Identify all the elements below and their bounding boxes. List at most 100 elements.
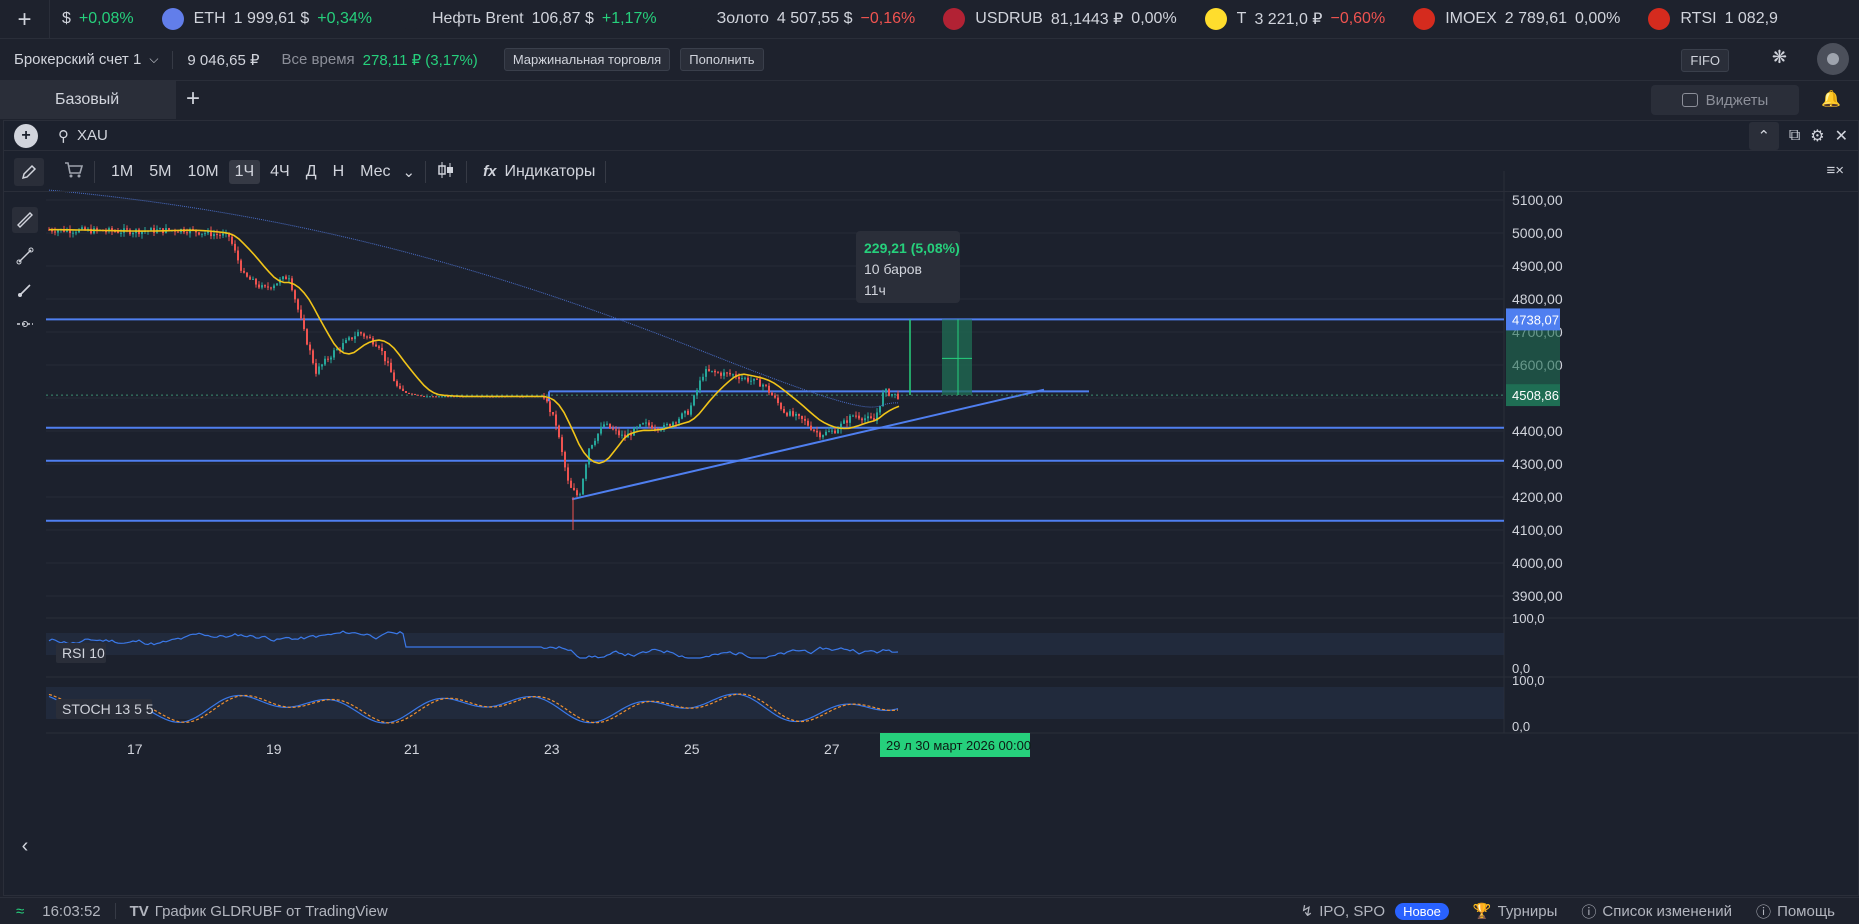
candle-body [420, 395, 422, 397]
candle-body [699, 380, 701, 391]
candle-body [843, 420, 845, 424]
candle-body [747, 377, 749, 382]
symbol-input[interactable]: XAU [77, 127, 108, 144]
add-symbol-icon[interactable]: + [14, 123, 38, 148]
add-tab-button[interactable]: + [186, 85, 200, 113]
info-icon: ⓘ [1581, 903, 1597, 921]
tradingview-icon[interactable]: TV [130, 903, 149, 920]
candles-icon[interactable] [436, 160, 456, 184]
candle-body [711, 370, 713, 372]
candle-body [609, 423, 611, 429]
us-flag-icon [943, 8, 966, 30]
changelog-link[interactable]: ⓘ Список изменений [1581, 901, 1732, 922]
candle-body [237, 250, 239, 261]
timeframe-0[interactable]: 1М [105, 160, 139, 184]
candle-body [837, 429, 839, 434]
pencil-icon[interactable] [14, 157, 44, 186]
timeframe-6[interactable]: Н [327, 160, 351, 184]
candle-body [681, 413, 683, 419]
candle-body [204, 233, 206, 235]
chart-credit[interactable]: График GLDRUBF от TradingView [155, 903, 388, 920]
candle-body [345, 339, 347, 344]
search-icon[interactable]: ⚲ [58, 127, 69, 145]
candle-body [384, 351, 386, 362]
clear-drawings-icon[interactable]: ≡× [1826, 162, 1844, 179]
period-label[interactable]: Все время [282, 51, 355, 68]
gear-icon[interactable]: ⚙ [1810, 126, 1824, 146]
tournaments-link[interactable]: 🏆 Турниры [1473, 902, 1558, 921]
candle-body [318, 366, 320, 374]
ticker-item[interactable]: Нефть Brent 106,87 $ +1,17% [399, 8, 657, 30]
chevron-down-icon[interactable]: ⌵ [149, 52, 158, 67]
widgets-button[interactable]: Виджеты [1651, 85, 1799, 115]
brush-icon[interactable] [12, 277, 38, 303]
settings-icon[interactable]: ❋ [1772, 47, 1787, 68]
bell-icon[interactable]: 🔔 [1821, 89, 1841, 109]
timeframe-1[interactable]: 5М [143, 160, 177, 184]
candle-body [567, 467, 569, 481]
price-label: 3900,00 [1512, 588, 1563, 604]
close-icon[interactable]: ✕ [1835, 126, 1848, 146]
new-badge: Новое [1395, 902, 1449, 920]
help-link[interactable]: ⓘ Помощь [1756, 901, 1835, 922]
measure-time: 11ч [864, 282, 886, 298]
candle-body [762, 384, 764, 387]
candle-body [354, 336, 356, 340]
ticker-item[interactable]: Т 3 221,0 ₽ −0,60% [1204, 8, 1385, 30]
chevron-left-icon[interactable]: ‹ [12, 833, 38, 859]
candle-body [249, 276, 251, 280]
ticker-item[interactable]: RTSI 1 082,9 [1648, 8, 1786, 30]
trendline-icon[interactable] [12, 243, 38, 269]
candle-body [882, 392, 884, 407]
horizontal-ray-icon[interactable] [12, 311, 38, 337]
candle-body [594, 440, 596, 445]
tabs-bar: Базовый + Виджеты 🔔 [0, 80, 1859, 119]
candle-body [351, 337, 353, 340]
timeframe-4[interactable]: 4Ч [264, 160, 296, 184]
margin-trading-button[interactable]: Маржинальная торговля [503, 48, 671, 71]
avatar[interactable] [1817, 43, 1849, 75]
fifo-button[interactable]: FIFO [1681, 49, 1729, 72]
candle-body [846, 420, 848, 423]
candle-body [414, 393, 416, 395]
ticker-value: 106,87 $ [531, 10, 594, 27]
timeframe-7[interactable]: Мес [354, 160, 396, 184]
timeframe-5[interactable]: Д [300, 160, 323, 184]
price-label: 4100,00 [1512, 522, 1563, 538]
ipo-link[interactable]: ↯ IPO, SPO Новое [1301, 902, 1449, 920]
tournaments-label: Турниры [1497, 902, 1558, 920]
ticker-item[interactable]: IMOEX 2 789,61 0,00% [1413, 8, 1620, 30]
detach-icon[interactable]: ⧉ [1789, 127, 1800, 145]
ticker-item[interactable]: Золото 4 507,55 $ −0,16% [684, 8, 915, 30]
deposit-button[interactable]: Пополнить [680, 48, 764, 71]
candle-body [546, 398, 548, 402]
price-label: 4200,00 [1512, 489, 1563, 505]
timeframe-2[interactable]: 10М [181, 160, 224, 184]
price-label: 4400,00 [1512, 423, 1563, 439]
chevron-down-icon[interactable]: ⌄ [403, 163, 416, 181]
candle-body [243, 270, 245, 273]
candle-body [324, 358, 326, 365]
chart-canvas[interactable]: 5100,005000,004900,004800,004700,004600,… [4, 121, 1858, 897]
ticker-item[interactable]: $ +0,08% [62, 10, 134, 28]
chevron-up-icon[interactable]: ⌃ [1748, 122, 1779, 150]
candle-body [702, 376, 704, 381]
ticker-item[interactable]: ETH 1 999,61 $ +0,34% [161, 8, 372, 30]
tab-base[interactable]: Базовый [0, 81, 176, 119]
candle-body [810, 425, 812, 430]
ticker-item[interactable]: USDRUB 81,1443 ₽ 0,00% [943, 8, 1177, 30]
cart-icon[interactable] [64, 161, 84, 183]
timeframe-3[interactable]: 1Ч [228, 159, 261, 184]
account-selector[interactable]: Брокерский счет 1 [14, 51, 141, 68]
ticker-change: 0,00% [1131, 10, 1177, 27]
candle-body [744, 377, 746, 379]
candle-body [822, 435, 824, 438]
candle-body [858, 415, 860, 419]
indicators-button[interactable]: Индикаторы [504, 163, 595, 181]
measure-bars: 10 баров [864, 261, 922, 277]
ruler-icon[interactable] [12, 207, 38, 233]
add-ticker-button[interactable]: + [0, 0, 50, 38]
candle-body [564, 452, 566, 468]
candle-body [300, 309, 302, 319]
indicators-icon[interactable]: fx [483, 163, 496, 180]
